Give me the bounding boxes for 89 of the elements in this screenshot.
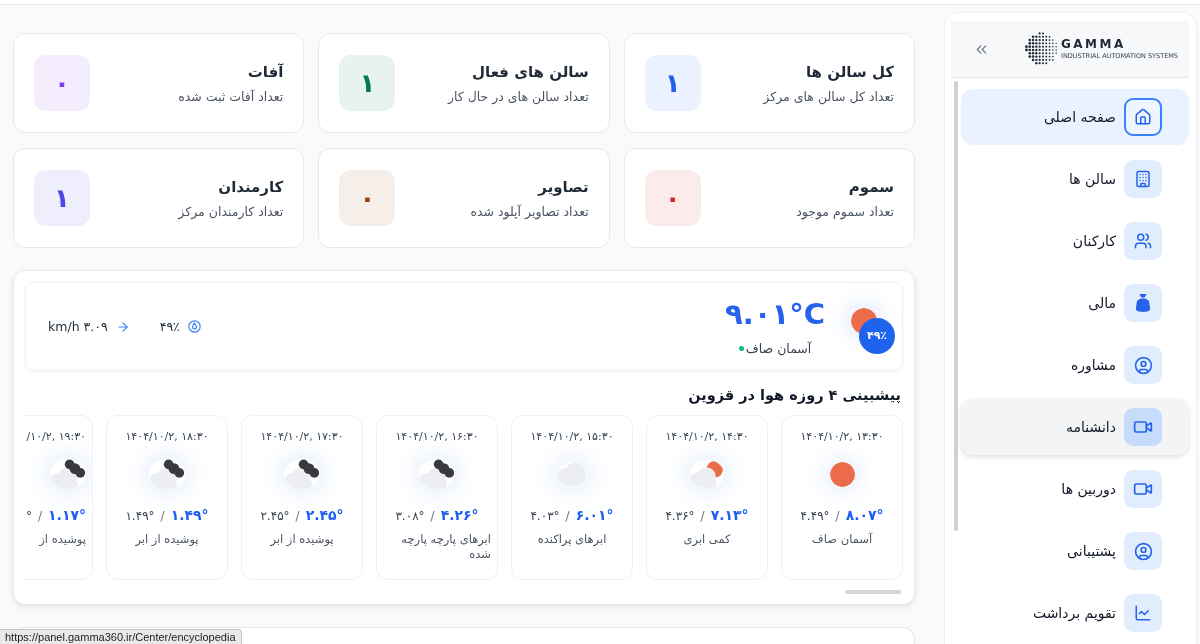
bag-icon	[1124, 284, 1162, 322]
stat-count: ۱	[359, 68, 376, 98]
nav-item[interactable]: کارکنان	[961, 213, 1189, 269]
sun-icon	[829, 461, 855, 487]
min-temperature: ۱.۴۹°	[125, 509, 155, 523]
sun-cloud-icon	[690, 460, 724, 488]
forecast-time: /۱۰/۲, ۱۹:۳۰	[26, 430, 86, 443]
temperature-separator: /	[700, 509, 705, 523]
dark-clouds-icon	[419, 459, 455, 489]
dark-clouds-icon	[284, 459, 320, 489]
percent-badge: ۴۹٪	[859, 317, 895, 354]
status-dot-icon	[738, 346, 744, 351]
stat-count: ۱	[664, 68, 681, 98]
forecast-description: پوشیده از ابر	[270, 532, 334, 547]
users-icon	[1124, 222, 1162, 260]
forecast-description: ابرهای پارچه پارچه شده	[400, 532, 491, 562]
temperature-separator: /	[295, 509, 300, 523]
max-temperature: ۶.۰۱°	[575, 507, 614, 523]
stat-count: ۱	[54, 183, 70, 213]
max-temperature: ۸.۰۷°	[845, 507, 884, 523]
stat-title: تصاویر	[536, 177, 589, 196]
current-temperature: ۹.۰۱°C	[725, 297, 825, 331]
temperature-separator: /	[565, 509, 570, 523]
dotted-sphere-icon	[1025, 32, 1059, 66]
temperature-separator: /	[38, 509, 43, 523]
stat-subtitle: تعداد کارمندان مرکز	[178, 203, 284, 219]
max-temperature: ۱.۴۹°	[170, 507, 209, 523]
droplet-circle-icon	[187, 320, 201, 333]
forecast-title: پیشبینی ۴ روزه هوا در قزوین	[688, 387, 901, 403]
forecast-time: ۱۴۰۴/۱۰/۲, ۱۴:۳۰	[665, 430, 749, 443]
forecast-time: ۱۴۰۴/۱۰/۲, ۱۶:۳۰	[395, 430, 479, 443]
nav-item[interactable]: دانشنامه	[961, 399, 1189, 455]
forecast-description: ابرهای پراکنده	[537, 532, 607, 547]
stat-count: ۰	[664, 183, 681, 213]
stat-subtitle: تعداد سموم موجود	[796, 203, 894, 219]
logo-name: GAMMA	[1061, 38, 1126, 51]
stat-title: سالن های فعال	[471, 62, 589, 81]
video-camera-icon	[1124, 408, 1162, 446]
house-icon	[1124, 98, 1162, 136]
forecast-time: ۱۴۰۴/۱۰/۲, ۱۸:۳۰	[125, 430, 209, 443]
stat-subtitle: تعداد آفات ثبت شده	[178, 88, 284, 104]
min-temperature: ۲.۴۵°	[260, 509, 290, 523]
nav-item[interactable]: مشاوره	[961, 337, 1189, 393]
humidity-value: ۴۹٪	[159, 319, 180, 334]
stat-subtitle: تعداد کل سالن های مرکز	[763, 88, 894, 104]
nav-item[interactable]: تقویم برداشت	[961, 585, 1189, 641]
temperature-separator: /	[160, 509, 165, 523]
stat-title: کل سالن ها	[804, 62, 894, 81]
max-temperature: ۱.۱۷°	[48, 507, 86, 523]
stat-title: کارمندان	[217, 177, 284, 196]
forecast-time: ۱۴۰۴/۱۰/۲, ۱۵:۳۰	[530, 430, 614, 443]
scrollbar-thumb[interactable]	[954, 81, 958, 531]
min-temperature: ۳.۰۸°	[395, 509, 425, 523]
nav-item[interactable]: مالی	[961, 275, 1189, 331]
nav-item[interactable]: پشتیبانی	[961, 523, 1189, 579]
current-condition: آسمان صاف	[745, 341, 812, 356]
min-temperature: °	[26, 509, 32, 523]
nav-item[interactable]: صفحه اصلی	[961, 89, 1189, 145]
forecast-description: کمی ابری	[683, 532, 731, 547]
status-url: https://panel.gamma360.ir/Center/encyclopedia	[0, 629, 242, 644]
stat-subtitle: تعداد سالن های در حال کار	[447, 88, 589, 104]
stat-title: سموم	[847, 177, 894, 196]
forecast-time: ۱۴۰۴/۱۰/۲, ۱۷:۳۰	[260, 430, 344, 443]
building-icon	[1124, 160, 1162, 198]
stat-subtitle: تعداد تصاویر آپلود شده	[470, 203, 589, 219]
max-temperature: ۴.۲۶°	[440, 507, 479, 523]
dark-clouds-icon	[149, 459, 185, 489]
forecast-description: آسمان صاف	[811, 532, 873, 547]
scrollbar-thumb[interactable]	[845, 590, 901, 594]
max-temperature: ۲.۴۵°	[305, 507, 344, 523]
forecast-time: ۱۴۰۴/۱۰/۲, ۱۳:۳۰	[800, 430, 884, 443]
forecast-description: پوشیده از	[39, 532, 86, 547]
min-temperature: ۴.۳۶°	[665, 509, 695, 523]
forecast-description: پوشیده از ابر	[135, 532, 199, 547]
temperature-separator: /	[430, 509, 435, 523]
stat-count: ۰	[359, 183, 376, 213]
wind-speed: ۳.۰۹ km/h	[48, 319, 108, 334]
max-temperature: ۷.۱۳°	[710, 507, 749, 523]
nav-item[interactable]: دوربین ها	[961, 461, 1189, 517]
nav-item[interactable]: سالن ها	[961, 151, 1189, 207]
temperature-separator: /	[835, 509, 840, 523]
dark-clouds-icon	[50, 459, 86, 489]
arrow-icon	[115, 319, 130, 334]
stat-count: ۰	[54, 68, 70, 98]
line-chart-icon	[1124, 594, 1162, 632]
stat-title: آفات	[246, 62, 284, 81]
video-camera-icon	[1124, 470, 1162, 508]
min-temperature: ۴.۰۳°	[530, 509, 560, 523]
min-temperature: ۴.۴۹°	[800, 509, 830, 523]
